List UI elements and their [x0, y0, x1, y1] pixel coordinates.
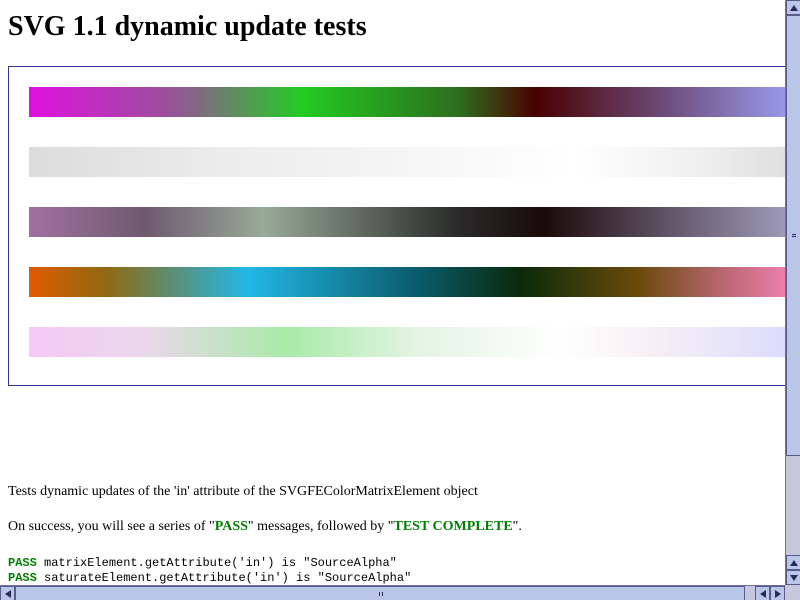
gradient-bar-3	[29, 207, 785, 237]
scroll-left-button-right[interactable]	[755, 586, 770, 600]
gradient-bars-svg	[29, 87, 785, 357]
scrollbar-corner	[785, 585, 800, 600]
pass-keyword: PASS	[214, 519, 248, 534]
gradient-bar-4	[29, 267, 785, 297]
gradient-bar-5	[29, 327, 785, 357]
test-description: Tests dynamic updates of the 'in' attrib…	[8, 484, 478, 499]
page-title: SVG 1.1 dynamic update tests	[8, 11, 367, 42]
grip-line	[382, 592, 383, 596]
success-note: On success, you will see a series of "PA…	[8, 518, 522, 536]
scroll-right-button[interactable]	[770, 586, 785, 600]
scroll-down-button[interactable]	[786, 570, 800, 585]
log-text: matrixElement.getAttribute('in') is "Sou…	[36, 556, 397, 570]
log-line: PASS saturateElement.getAttribute('in') …	[8, 571, 411, 585]
gradient-bar-1	[29, 87, 785, 117]
grip-icon	[379, 592, 380, 596]
test-complete-keyword: TEST COMPLETE	[393, 519, 513, 534]
svg-test-frame	[8, 66, 785, 386]
log-status: PASS	[8, 556, 37, 570]
arrow-left-icon	[4, 589, 11, 598]
scroll-up-button[interactable]	[786, 0, 800, 15]
success-note-suffix: ".	[512, 519, 522, 534]
log-text: saturateElement.getAttribute('in') is "S…	[36, 571, 412, 585]
vertical-scroll-thumb[interactable]	[786, 15, 800, 456]
success-note-prefix: On success, you will see a series of "	[8, 519, 215, 534]
success-note-middle: " messages, followed by "	[247, 519, 394, 534]
grip-icon	[792, 234, 796, 235]
arrow-left-icon	[759, 589, 766, 598]
page-viewport: SVG 1.1 dynamic update tests Tests dynam…	[0, 0, 785, 585]
vertical-scrollbar[interactable]	[785, 0, 800, 585]
gradient-bar-2	[29, 147, 785, 177]
log-line: PASS matrixElement.getAttribute('in') is…	[8, 556, 397, 570]
scroll-left-button[interactable]	[0, 586, 15, 600]
arrow-up-icon	[789, 4, 798, 11]
arrow-down-icon	[789, 574, 798, 581]
grip-line	[792, 236, 796, 237]
scroll-up-button-lower[interactable]	[786, 555, 800, 570]
log-status: PASS	[8, 571, 37, 585]
arrow-up-icon	[789, 559, 798, 566]
arrow-right-icon	[774, 589, 781, 598]
horizontal-scroll-thumb[interactable]	[15, 586, 745, 600]
horizontal-scrollbar[interactable]	[0, 585, 785, 600]
